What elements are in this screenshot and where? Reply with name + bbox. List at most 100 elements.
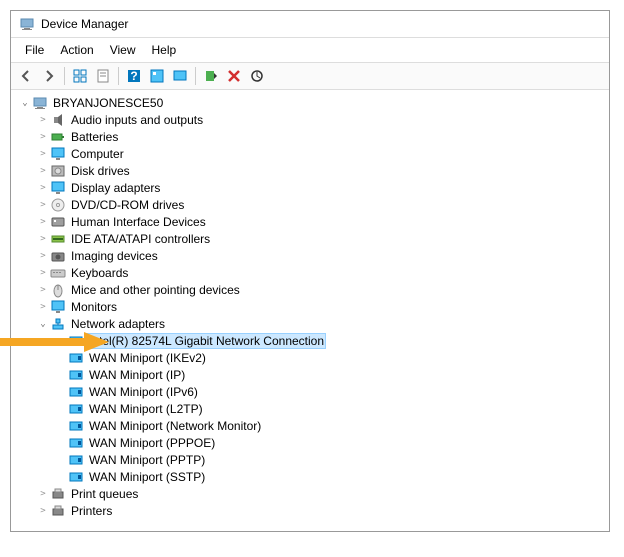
tree-item[interactable]: Keyboards [37,264,601,281]
chevron-right-icon[interactable] [37,200,49,210]
tree-item[interactable]: WAN Miniport (IPv6) [55,383,601,400]
tree-item[interactable]: Imaging devices [37,247,601,264]
tree-item-label: Imaging devices [69,249,160,263]
nic-icon [68,469,84,485]
back-icon[interactable] [15,65,37,87]
mouse-icon [50,282,66,298]
properties-icon[interactable] [92,65,114,87]
tree-item[interactable]: WAN Miniport (IKEv2) [55,349,601,366]
tree-item-label: WAN Miniport (SSTP) [87,470,207,484]
tree-item-label: WAN Miniport (IKEv2) [87,351,208,365]
tree-item-label: Audio inputs and outputs [69,113,205,127]
tree-item[interactable]: WAN Miniport (PPTP) [55,451,601,468]
tree-item[interactable]: WAN Miniport (Network Monitor) [55,417,601,434]
chevron-right-icon[interactable] [37,285,49,295]
menu-help[interactable]: Help [144,40,185,60]
chevron-right-icon[interactable] [37,251,49,261]
computer-icon [32,95,48,111]
tree-item[interactable]: BRYANJONESCE50 [19,94,601,111]
tree-item-label: Printers [69,504,114,518]
tree-item[interactable]: Mice and other pointing devices [37,281,601,298]
tree-item-label: Human Interface Devices [69,215,208,229]
forward-icon[interactable] [38,65,60,87]
chevron-right-icon[interactable] [37,489,49,499]
tree-item-label: IDE ATA/ATAPI controllers [69,232,212,246]
scan-icon[interactable] [246,65,268,87]
view-icon[interactable] [169,65,191,87]
update-driver-icon[interactable] [200,65,222,87]
tree-item[interactable]: WAN Miniport (L2TP) [55,400,601,417]
chevron-right-icon[interactable] [37,506,49,516]
camera-icon [50,248,66,264]
tree-item-label: WAN Miniport (PPTP) [87,453,207,467]
ide-icon [50,231,66,247]
tree-item-label: BRYANJONESCE50 [51,96,165,110]
tree-item[interactable]: Disk drives [37,162,601,179]
tree-item-label: Print queues [69,487,140,501]
chevron-down-icon[interactable] [37,319,49,329]
window-title: Device Manager [41,17,128,31]
tree-item[interactable]: Printers [37,502,601,519]
chevron-down-icon[interactable] [19,98,31,108]
highlight-arrow-icon [0,332,109,352]
refresh-icon[interactable] [146,65,168,87]
tree-item[interactable]: Display adapters [37,179,601,196]
titlebar: Device Manager [11,11,609,38]
tree-item[interactable]: Human Interface Devices [37,213,601,230]
menubar: File Action View Help [11,38,609,62]
tree-item[interactable]: Network adapters [37,315,601,332]
tree-item[interactable]: Computer [37,145,601,162]
tree-item-label: Mice and other pointing devices [69,283,242,297]
tree-item-label: Computer [69,147,126,161]
show-hidden-icon[interactable] [69,65,91,87]
nic-icon [68,384,84,400]
menu-action[interactable]: Action [52,40,101,60]
network-icon [50,316,66,332]
chevron-right-icon[interactable] [37,183,49,193]
monitor-icon [50,299,66,315]
help-icon[interactable] [123,65,145,87]
disable-icon[interactable] [223,65,245,87]
keyboard-icon [50,265,66,281]
toolbar-separator [64,67,65,85]
toolbar-separator [195,67,196,85]
chevron-right-icon[interactable] [37,268,49,278]
monitor-icon [50,146,66,162]
tree-item[interactable]: WAN Miniport (PPPOE) [55,434,601,451]
chevron-right-icon[interactable] [37,132,49,142]
menu-view[interactable]: View [102,40,144,60]
tree-item[interactable]: Audio inputs and outputs [37,111,601,128]
tree-item-label: Network adapters [69,317,167,331]
chevron-right-icon[interactable] [37,115,49,125]
tree-item-label: WAN Miniport (Network Monitor) [87,419,263,433]
tree-item-label: Disk drives [69,164,132,178]
chevron-right-icon[interactable] [37,149,49,159]
nic-icon [68,418,84,434]
chevron-right-icon[interactable] [37,234,49,244]
app-icon [19,16,35,32]
toolbar [11,62,609,90]
tree-item[interactable]: WAN Miniport (IP) [55,366,601,383]
tree-item-label: Monitors [69,300,119,314]
hid-icon [50,214,66,230]
tree-item-label: Intel(R) 82574L Gigabit Network Connecti… [87,333,326,349]
tree-item[interactable]: IDE ATA/ATAPI controllers [37,230,601,247]
chevron-right-icon[interactable] [37,302,49,312]
tree-item-label: WAN Miniport (L2TP) [87,402,205,416]
tree-item[interactable]: Batteries [37,128,601,145]
chevron-right-icon[interactable] [37,166,49,176]
tree-item[interactable]: Monitors [37,298,601,315]
cd-icon [50,197,66,213]
tree-item[interactable]: Print queues [37,485,601,502]
audio-icon [50,112,66,128]
tree-item-label: WAN Miniport (IP) [87,368,187,382]
tree-item[interactable]: WAN Miniport (SSTP) [55,468,601,485]
chevron-right-icon[interactable] [37,217,49,227]
disk-icon [50,163,66,179]
tree-item[interactable]: Intel(R) 82574L Gigabit Network Connecti… [55,332,601,349]
device-tree[interactable]: BRYANJONESCE50 Audio inputs and outputsBa… [11,90,609,531]
tree-item-label: Display adapters [69,181,162,195]
tree-item[interactable]: DVD/CD-ROM drives [37,196,601,213]
nic-icon [68,401,84,417]
menu-file[interactable]: File [17,40,52,60]
